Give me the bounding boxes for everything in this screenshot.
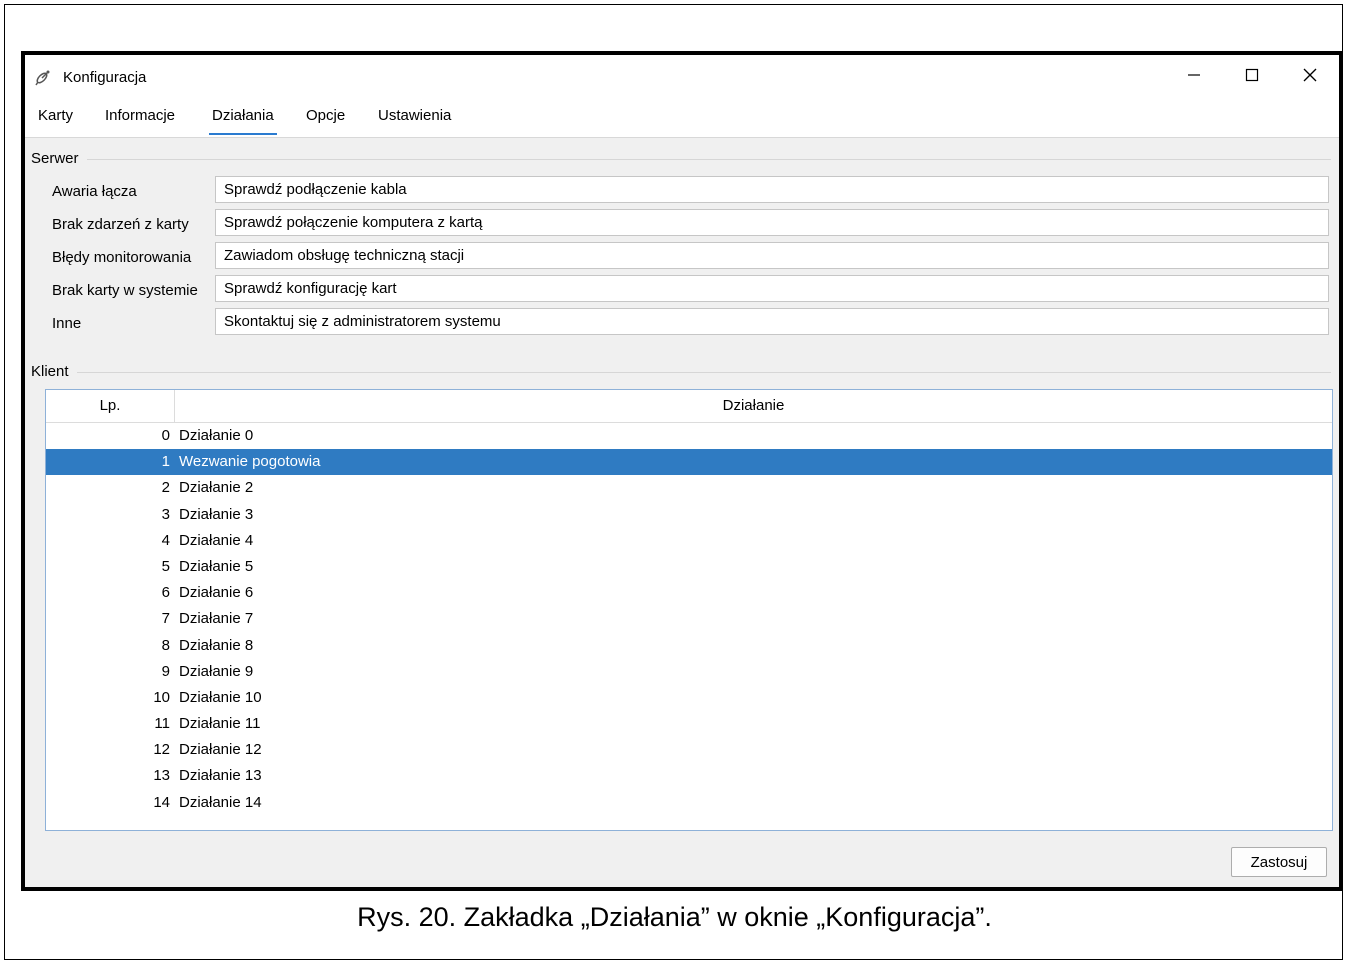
no-card-events-action-input[interactable] bbox=[215, 209, 1329, 236]
table-row[interactable]: 2 Działanie 2 bbox=[46, 475, 1332, 501]
window-title: Konfiguracja bbox=[63, 69, 147, 86]
table-row[interactable]: 1 Wezwanie pogotowia bbox=[46, 449, 1332, 476]
tab-dzialania[interactable]: Działania bbox=[209, 107, 277, 135]
row-number: 11 bbox=[154, 715, 170, 733]
close-button[interactable] bbox=[1281, 55, 1339, 95]
table-row[interactable]: 6 Działanie 6 bbox=[46, 580, 1332, 606]
table-row[interactable]: 12 Działanie 12 bbox=[46, 737, 1332, 763]
monitoring-errors-action-input[interactable] bbox=[215, 242, 1329, 269]
title-bar[interactable]: Konfiguracja bbox=[25, 55, 1339, 99]
figure-caption: Rys. 20. Zakładka „Działania” w oknie „K… bbox=[357, 902, 992, 932]
row-number: 7 bbox=[161, 610, 170, 628]
close-icon bbox=[1303, 68, 1317, 82]
link-failure-action-input[interactable] bbox=[215, 176, 1329, 203]
row-action: Działanie 6 bbox=[179, 584, 254, 602]
page-frame: Konfiguracja Karty Informacje Działania … bbox=[4, 4, 1343, 960]
table-row[interactable]: 13 Działanie 13 bbox=[46, 763, 1332, 789]
row-action: Działanie 8 bbox=[179, 636, 254, 654]
table-row[interactable]: 7 Działanie 7 bbox=[46, 606, 1332, 632]
row-action: Wezwanie pogotowia bbox=[179, 453, 321, 471]
row-number: 5 bbox=[161, 557, 170, 575]
satellite-dish-icon bbox=[33, 67, 53, 87]
other-action-input[interactable] bbox=[215, 308, 1329, 335]
row-number: 2 bbox=[161, 479, 170, 497]
row-number: 13 bbox=[153, 767, 170, 785]
client-actions-table[interactable]: Lp. Działanie 0 Działanie 0 1 Wezwanie pogo… bbox=[45, 389, 1333, 831]
apply-button[interactable]: Zastosuj bbox=[1231, 847, 1327, 877]
row-action: Działanie 10 bbox=[179, 688, 262, 706]
column-header-lp[interactable]: Lp. bbox=[46, 390, 175, 422]
tab-bar: Karty Informacje Działania Opcje Ustawie… bbox=[25, 99, 1339, 138]
client-section-divider bbox=[33, 372, 1331, 373]
row-action: Działanie 11 bbox=[179, 715, 261, 733]
row-action: Działanie 7 bbox=[179, 610, 254, 628]
minimize-button[interactable] bbox=[1165, 55, 1223, 95]
tab-karty[interactable]: Karty bbox=[38, 107, 73, 133]
row-number: 1 bbox=[161, 453, 170, 471]
table-body: 0 Działanie 0 1 Wezwanie pogotowia 2 Działani… bbox=[46, 423, 1332, 816]
no-card-in-system-action-input[interactable] bbox=[215, 275, 1329, 302]
row-action: Działanie 2 bbox=[179, 479, 254, 497]
server-label-no-card-in-system: Brak karty w systemie bbox=[52, 282, 198, 299]
server-label-monitoring-errors: Błędy monitorowania bbox=[52, 249, 192, 266]
row-number: 9 bbox=[161, 662, 170, 680]
config-window: Konfiguracja Karty Informacje Działania … bbox=[21, 51, 1343, 891]
maximize-icon bbox=[1245, 68, 1259, 82]
row-action: Działanie 4 bbox=[179, 531, 254, 549]
row-number: 6 bbox=[161, 584, 170, 602]
row-number: 12 bbox=[153, 741, 170, 759]
row-action: Działanie 14 bbox=[179, 793, 262, 811]
tab-informacje[interactable]: Informacje bbox=[105, 107, 175, 133]
row-action: Działanie 5 bbox=[179, 557, 254, 575]
table-row[interactable]: 4 Działanie 4 bbox=[46, 528, 1332, 554]
row-action: Działanie 13 bbox=[179, 767, 262, 785]
table-row[interactable]: 11 Działanie 11 bbox=[46, 711, 1332, 737]
server-section-divider bbox=[33, 159, 1331, 160]
row-action: Działanie 0 bbox=[179, 427, 254, 444]
table-header: Lp. Działanie bbox=[46, 390, 1332, 423]
table-row[interactable]: 5 Działanie 5 bbox=[46, 554, 1332, 580]
server-label-other: Inne bbox=[52, 315, 82, 332]
table-row[interactable]: 9 Działanie 9 bbox=[46, 659, 1332, 685]
client-section-label: Klient bbox=[31, 363, 77, 380]
server-label-no-card-events: Brak zdarzeń z karty bbox=[52, 216, 189, 233]
tab-ustawienia[interactable]: Ustawienia bbox=[378, 107, 451, 133]
tab-opcje[interactable]: Opcje bbox=[306, 107, 345, 133]
table-row[interactable]: 10 Działanie 10 bbox=[46, 685, 1332, 711]
row-number: 0 bbox=[161, 427, 170, 444]
row-number: 3 bbox=[161, 505, 170, 523]
row-action: Działanie 3 bbox=[179, 505, 254, 523]
table-row[interactable]: 3 Działanie 3 bbox=[46, 502, 1332, 528]
row-number: 4 bbox=[161, 531, 170, 549]
row-number: 14 bbox=[153, 793, 170, 811]
server-label-link-failure: Awaria łącza bbox=[52, 183, 137, 200]
row-action: Działanie 9 bbox=[179, 662, 254, 680]
maximize-button[interactable] bbox=[1223, 55, 1281, 95]
server-section-label: Serwer bbox=[31, 150, 87, 167]
row-number: 10 bbox=[153, 688, 170, 706]
table-row[interactable]: 0 Działanie 0 bbox=[46, 423, 1332, 449]
minimize-icon bbox=[1188, 74, 1200, 76]
column-header-action[interactable]: Działanie bbox=[175, 390, 1332, 422]
row-action: Działanie 12 bbox=[179, 741, 262, 759]
table-row[interactable]: 14 Działanie 14 bbox=[46, 790, 1332, 816]
table-row[interactable]: 8 Działanie 8 bbox=[46, 633, 1332, 659]
row-number: 8 bbox=[161, 636, 170, 654]
